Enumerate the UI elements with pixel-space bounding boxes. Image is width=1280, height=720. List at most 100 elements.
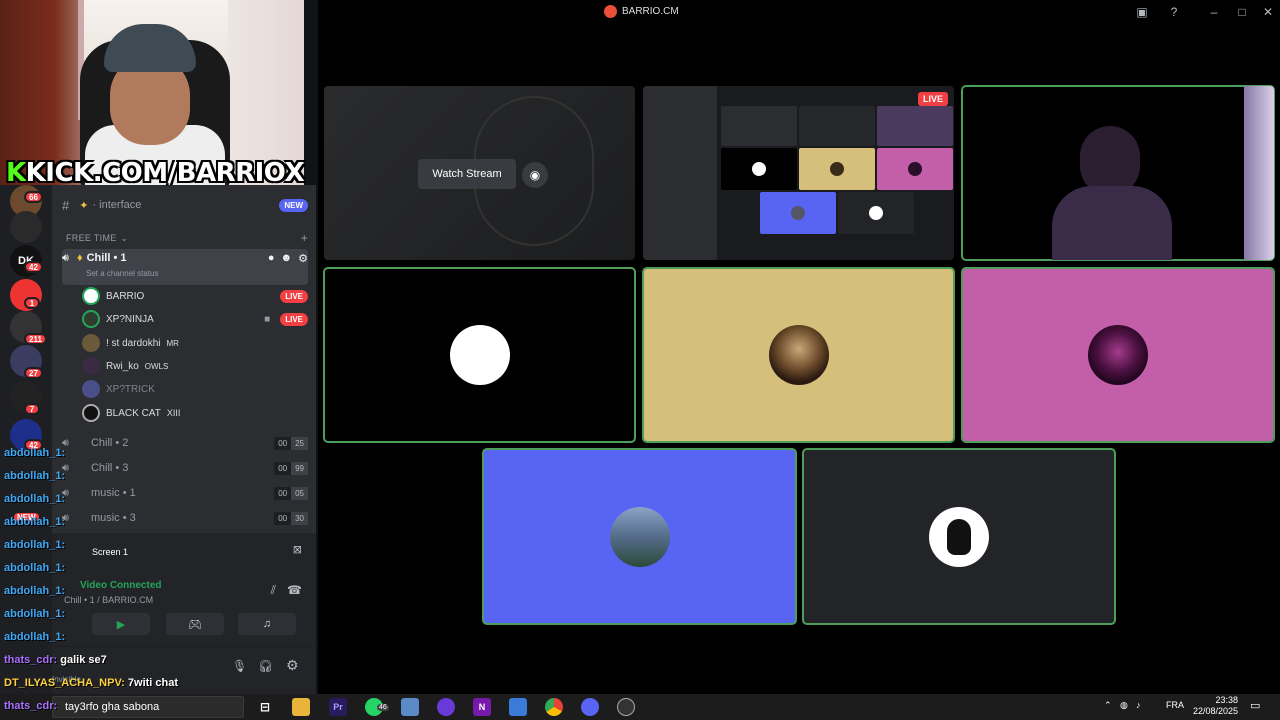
volume-icon[interactable]: ♪ xyxy=(1136,700,1141,710)
camera-icon: ▶ xyxy=(116,618,126,631)
category-label: FREE TIME xyxy=(66,233,117,243)
server-badge: 27 xyxy=(24,367,43,379)
live-badge: LIVE xyxy=(280,289,308,303)
avatar xyxy=(82,404,100,422)
voice-member[interactable]: Rwi_ko OWLS xyxy=(82,355,308,377)
chat-line: abdollah_1: xyxy=(4,516,66,528)
activity-button[interactable]: 🎮︎ xyxy=(166,613,224,635)
server-badge: 42 xyxy=(24,261,43,273)
help-icon[interactable]: ? xyxy=(1166,4,1182,20)
invite-icon[interactable]: ☻ xyxy=(281,252,293,264)
server-logo-icon xyxy=(604,5,617,18)
user-tile[interactable] xyxy=(482,448,797,625)
maximize-icon[interactable]: □ xyxy=(1234,4,1250,20)
language-indicator[interactable]: FRA xyxy=(1166,700,1184,710)
chat-line: abdollah_1: xyxy=(4,608,66,620)
tray-chevron-icon[interactable]: ⌃ xyxy=(1104,700,1112,711)
watch-stream-button[interactable]: Watch Stream xyxy=(418,159,516,189)
left-panel: 66 DK 42 1 211 27 7 42 NEW # ✦ · interfa… xyxy=(0,0,318,694)
noise-suppression-icon[interactable]: ⫽ xyxy=(271,583,276,598)
channel-interface[interactable]: # ✦ · interface NEW xyxy=(62,195,308,215)
chrome-icon[interactable] xyxy=(545,698,563,716)
window-light xyxy=(1244,86,1274,260)
sparkle-icon: ✦ xyxy=(79,199,89,212)
network-icon[interactable]: ◍ xyxy=(1120,700,1128,711)
gear-icon[interactable]: ⚙ xyxy=(298,252,308,265)
voice-stage: Watch Stream ◉ LIVE xyxy=(318,24,1280,694)
clock-time[interactable]: 23:38 xyxy=(1190,695,1238,705)
inbox-icon[interactable]: ▣ xyxy=(1134,4,1150,20)
stream-tile-preview[interactable]: Watch Stream ◉ xyxy=(324,86,635,260)
chat-line: abdollah_1: xyxy=(4,447,66,459)
member-name: BLACK CAT xyxy=(106,407,161,419)
user-tile[interactable] xyxy=(802,448,1116,625)
voice-member[interactable]: BLACK CAT XIII xyxy=(82,402,308,424)
taskbar-search[interactable]: tay3rfo gha sabona xyxy=(52,696,244,718)
user-tile[interactable] xyxy=(642,267,955,443)
camera-button[interactable]: ▶ xyxy=(92,613,150,635)
camera-tile[interactable] xyxy=(961,85,1275,261)
hash-icon: # xyxy=(62,197,70,213)
member-tag: OWLS xyxy=(144,361,169,371)
set-status-link[interactable]: Set a channel status xyxy=(86,269,159,278)
avatar xyxy=(929,506,989,567)
task-view-icon[interactable]: ⊟ xyxy=(256,698,274,716)
settings-gear-icon[interactable]: ⚙ xyxy=(286,657,299,674)
user-tile[interactable] xyxy=(961,267,1275,443)
clock-date[interactable]: 22/08/2025 xyxy=(1190,706,1238,716)
category-free-time[interactable]: FREE TIME ⌄ + xyxy=(62,228,308,248)
windows-taskbar: tay3rfo gha sabona thats_cdr: ⊟ Pr 46 N … xyxy=(0,694,1280,720)
app-icon[interactable] xyxy=(401,698,419,716)
add-channel-icon[interactable]: + xyxy=(301,231,308,245)
chat-icon[interactable]: ● xyxy=(268,252,275,264)
app-icon[interactable] xyxy=(437,698,455,716)
channel-name: music • 1 xyxy=(90,487,136,499)
close-icon[interactable]: ✕ xyxy=(1260,4,1276,20)
voice-count: 00 25 xyxy=(274,436,308,450)
app-icon[interactable] xyxy=(617,698,635,716)
file-explorer-icon[interactable] xyxy=(292,698,310,716)
mini-tile xyxy=(799,148,875,190)
server-badge: 7 xyxy=(24,403,40,415)
discord-icon[interactable] xyxy=(581,698,599,716)
watch-stream-icon[interactable]: ◉ xyxy=(522,162,548,188)
store-icon[interactable] xyxy=(509,698,527,716)
voice-channel[interactable]: 🔊︎ music • 3 00 30 xyxy=(62,508,308,528)
channel-name: · interface xyxy=(92,199,142,211)
minimize-icon[interactable]: – xyxy=(1206,4,1222,20)
window-title: BARRIO.CM xyxy=(604,5,679,18)
connection-location[interactable]: Chill • 1 / BARRIO.CM xyxy=(64,595,153,605)
headphones-icon[interactable]: 🎧︎ xyxy=(258,659,273,673)
premiere-icon[interactable]: Pr xyxy=(329,698,347,716)
screen-label: Screen 1 xyxy=(92,547,129,557)
voice-member[interactable]: ! st dardokhi MR xyxy=(82,332,308,354)
onenote-icon[interactable]: N xyxy=(473,698,491,716)
screen-share-tile[interactable]: LIVE xyxy=(643,86,954,260)
member-tag: MR xyxy=(166,338,179,348)
member-name: XP?TRICK xyxy=(106,383,155,395)
avatar xyxy=(449,325,510,385)
mini-tile xyxy=(721,148,797,190)
user-tile[interactable] xyxy=(323,267,636,443)
voice-channel[interactable]: 🔊︎ Chill • 3 00 99 xyxy=(62,458,308,478)
disconnect-icon[interactable]: ☎ xyxy=(287,583,302,597)
chat-line: abdollah_1: xyxy=(4,585,66,597)
member-tag: XIII xyxy=(166,408,181,418)
mini-tile xyxy=(877,106,953,146)
mini-tile xyxy=(799,106,875,146)
chat-line: abdollah_1: xyxy=(4,539,66,551)
notification-icon[interactable]: ▭ xyxy=(1250,699,1260,712)
member-name: BARRIO xyxy=(106,290,145,302)
live-badge: LIVE xyxy=(917,92,948,106)
voice-channel-chill-1[interactable]: 🔊︎ ♦ Chill • 1 ● ☻ ⚙ xyxy=(62,249,308,285)
voice-member[interactable]: XP?NINJA ■ LIVE xyxy=(82,308,308,330)
server-icon[interactable] xyxy=(10,211,42,243)
close-screen-icon[interactable]: ⊠ xyxy=(293,543,302,556)
voice-channel[interactable]: 🔊︎ music • 1 00 05 xyxy=(62,483,308,503)
microphone-icon[interactable]: 🎙︎ xyxy=(232,659,247,673)
soundboard-button[interactable]: ♫ xyxy=(238,613,296,635)
voice-member[interactable]: BARRIO LIVE xyxy=(82,285,308,307)
voice-member[interactable]: XP?TRICK xyxy=(82,378,308,400)
voice-channel[interactable]: 🔊︎ Chill • 2 00 25 xyxy=(62,433,308,453)
server-badge: 1 xyxy=(24,297,40,309)
